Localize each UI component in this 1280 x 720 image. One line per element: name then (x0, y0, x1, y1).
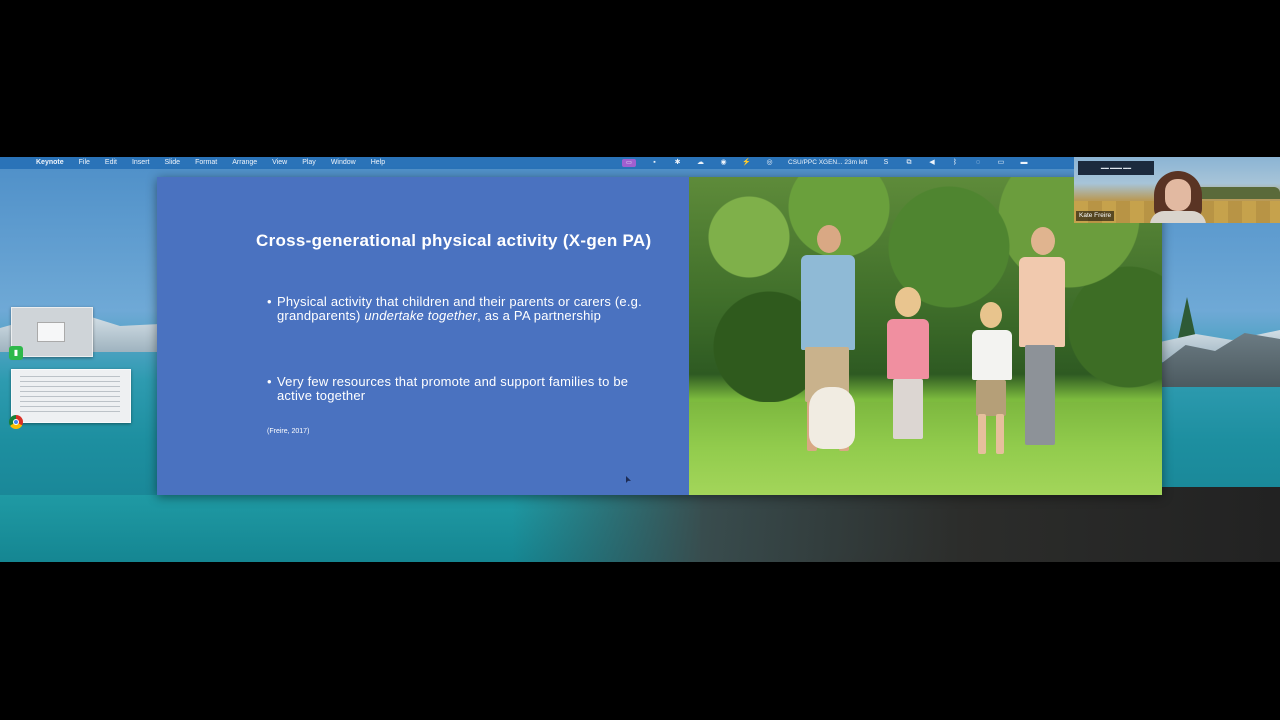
menu-play[interactable]: Play (302, 157, 316, 169)
menu-keynote[interactable]: Keynote (36, 157, 64, 169)
photo-mother (1007, 227, 1077, 457)
participant-avatar (1150, 171, 1206, 223)
window-thumbnail-content (20, 376, 120, 416)
numbers-app-icon: ▮ (9, 346, 23, 360)
bullet-1-text: Physical activity that children and thei… (277, 294, 642, 323)
wallpaper-shore (0, 487, 1280, 562)
volume-icon[interactable]: ◀ (927, 157, 936, 169)
window-thumbnail-chrome[interactable] (11, 369, 131, 423)
presentation-slide: Cross-generational physical activity (X-… (157, 177, 1162, 495)
meeting-status-text[interactable]: CSU/PPC XGEN... 23m left (788, 157, 867, 169)
bolt-icon[interactable]: ⚡ (742, 157, 751, 169)
photo-girl (879, 287, 939, 467)
app-status-icon[interactable]: ▪ (650, 157, 659, 169)
bullet-glyph: • (267, 374, 272, 389)
slide-text-panel: Cross-generational physical activity (X-… (157, 177, 689, 495)
menu-format[interactable]: Format (195, 157, 217, 169)
window-thumbnail-content (37, 322, 65, 342)
window-thumbnail-numbers[interactable] (11, 307, 93, 357)
menu-insert[interactable]: Insert (132, 157, 150, 169)
video-background-trees (1194, 187, 1280, 199)
university-logo: ▬▬ ▬▬▬ ▬▬ (1078, 161, 1154, 175)
participant-name-label: Kate Freire (1076, 211, 1115, 221)
menu-window[interactable]: Window (331, 157, 356, 169)
participant-video-tile[interactable]: ▬▬ ▬▬▬ ▬▬ Kate Freire (1074, 157, 1280, 223)
menu-help[interactable]: Help (371, 157, 385, 169)
menu-arrange[interactable]: Arrange (232, 157, 257, 169)
wifi-icon[interactable]: ◌ (973, 157, 982, 169)
sync-icon[interactable]: S (881, 157, 890, 169)
cloud-icon[interactable]: ☁ (696, 157, 705, 169)
photo-dog (809, 387, 855, 449)
bullet-1-emphasis: undertake together (364, 307, 478, 323)
meeting-icon[interactable]: ◎ (765, 157, 774, 169)
desktop: Keynote File Edit Insert Slide Format Ar… (0, 157, 1280, 562)
chat-icon[interactable]: ◉ (719, 157, 728, 169)
menu-file[interactable]: File (79, 157, 90, 169)
mouse-cursor-icon (626, 476, 631, 483)
bullet-2-text: Very few resources that promote and supp… (277, 374, 629, 403)
slide-bullet-2: • Very few resources that promote and su… (267, 375, 667, 402)
slide-citation: (Freire, 2017) (267, 428, 310, 435)
family-running-photo (689, 177, 1162, 495)
chrome-app-icon (9, 415, 23, 429)
battery-icon[interactable]: ▭ (996, 157, 1005, 169)
menu-slide[interactable]: Slide (164, 157, 180, 169)
bullet-glyph: • (267, 294, 272, 309)
status-area: ▭ ▪ ✱ ☁ ◉ ⚡ ◎ CSU/PPC XGEN... 23m left S… (622, 157, 1028, 169)
slide-title: Cross-generational physical activity (X-… (256, 231, 652, 250)
slide-bullet-1: • Physical activity that children and th… (267, 295, 667, 322)
bluetooth-icon[interactable]: ᛒ (950, 157, 959, 169)
menu-edit[interactable]: Edit (105, 157, 117, 169)
display-icon[interactable]: ⧉ (904, 157, 913, 169)
extension-icon[interactable]: ✱ (673, 157, 682, 169)
control-center-icon[interactable]: ▬ (1019, 157, 1028, 169)
screen-share-icon[interactable]: ▭ (622, 159, 636, 167)
menu-view[interactable]: View (272, 157, 287, 169)
